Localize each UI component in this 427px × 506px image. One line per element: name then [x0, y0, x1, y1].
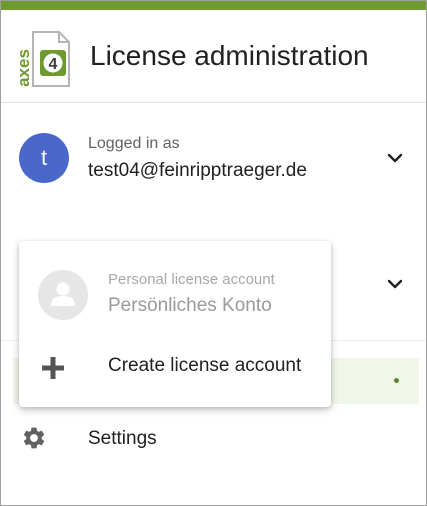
logo-text: axes	[15, 49, 33, 87]
page-title: License administration	[90, 40, 369, 71]
user-avatar: t	[19, 133, 69, 183]
create-license-account-button[interactable]: Create license account	[19, 339, 331, 395]
top-accent-bar	[1, 1, 426, 10]
app-header: axes 4 License administration	[1, 10, 426, 103]
app-window: axes 4 License administration t Logged i…	[0, 0, 427, 506]
chevron-down-icon[interactable]	[385, 148, 405, 168]
settings-item[interactable]: Settings	[1, 417, 426, 461]
settings-label: Settings	[88, 428, 157, 449]
account-name: Persönliches Konto	[108, 295, 272, 316]
gear-icon	[21, 425, 47, 451]
menu-item-personal-account[interactable]: Personal license account Persönliches Ko…	[19, 257, 331, 331]
account-type-label: Personal license account	[108, 271, 275, 288]
logo-number: 4	[49, 56, 58, 73]
create-license-account-label: Create license account	[108, 355, 302, 376]
plus-icon	[40, 355, 66, 381]
active-indicator-dot	[394, 378, 399, 383]
logged-in-account[interactable]: t Logged in as test04@feinripptraeger.de	[1, 103, 426, 213]
account-dropdown-menu: Personal license account Persönliches Ko…	[19, 241, 331, 407]
logged-in-label: Logged in as	[88, 135, 180, 152]
person-avatar-icon	[38, 270, 88, 320]
axes4-logo: axes 4	[14, 28, 71, 90]
chevron-down-icon[interactable]	[385, 274, 405, 294]
user-email: test04@feinripptraeger.de	[88, 160, 307, 181]
